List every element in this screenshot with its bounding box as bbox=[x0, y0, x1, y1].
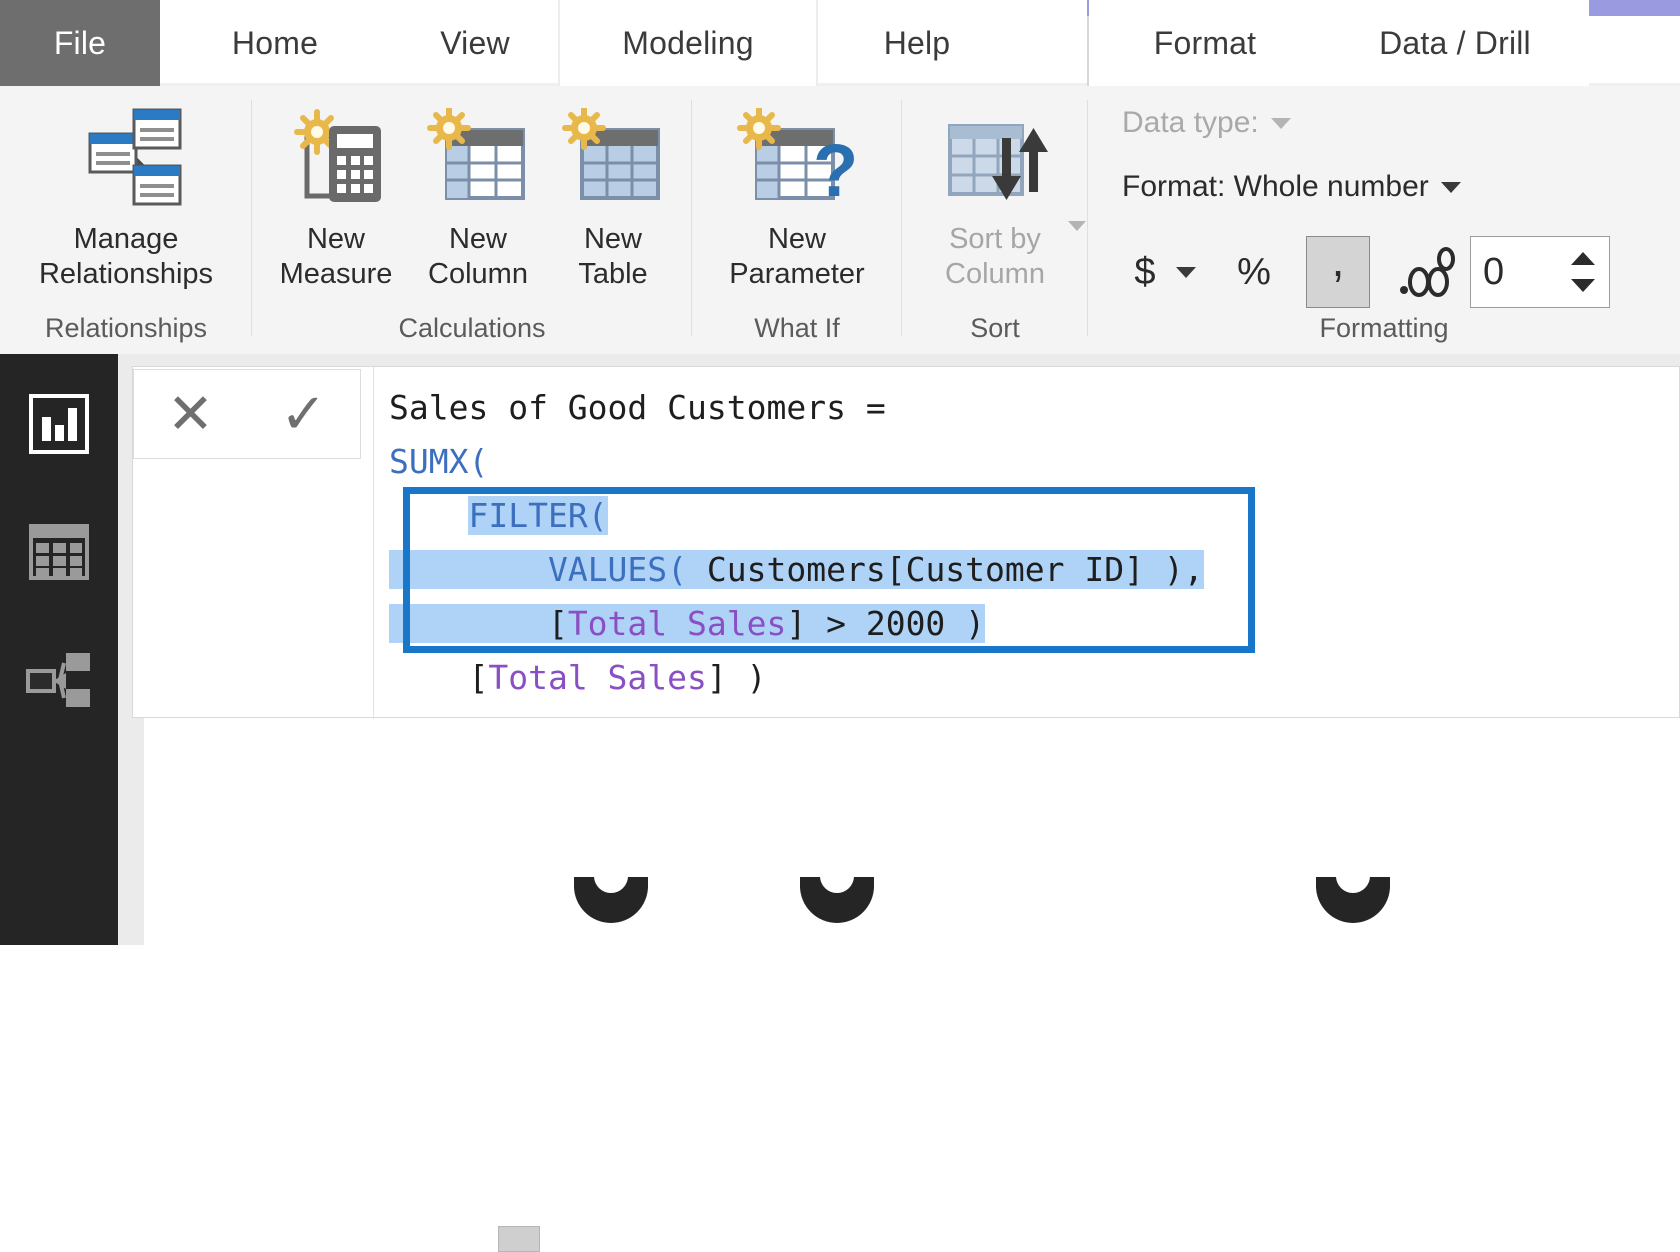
tab-data-drill[interactable]: Data / Drill bbox=[1321, 0, 1589, 86]
new-column-button[interactable]: New Column bbox=[410, 100, 546, 293]
dax-line-3: FILTER( bbox=[389, 496, 608, 535]
dax-formula-text[interactable]: Sales of Good Customers = SUMX( FILTER( … bbox=[389, 381, 1679, 717]
power-bi-window: File Home View Modeling Help Format Data… bbox=[0, 0, 1680, 945]
view-switcher-rail bbox=[0, 354, 118, 945]
tab-format[interactable]: Format bbox=[1089, 0, 1321, 86]
stepper-down-icon[interactable] bbox=[1571, 279, 1595, 292]
ribbon-group-whatif: ? New Parameter What If bbox=[692, 86, 902, 354]
new-parameter-label: New Parameter bbox=[729, 222, 864, 293]
tab-data-drill-label: Data / Drill bbox=[1379, 25, 1531, 62]
group-label-formatting: Formatting bbox=[1088, 313, 1680, 344]
group-label-whatif: What If bbox=[692, 313, 902, 344]
format-chevron-down-icon[interactable] bbox=[1441, 182, 1461, 193]
tab-home-label: Home bbox=[232, 25, 318, 62]
new-column-icon bbox=[419, 100, 537, 220]
ribbon-tabstrip: File Home View Modeling Help Format Data… bbox=[0, 0, 1680, 86]
currency-format-button[interactable]: $ bbox=[1122, 241, 1168, 303]
format-label: Format: Whole number bbox=[1122, 170, 1429, 204]
ribbon-group-formatting: Data type: Format: Whole number $ % , bbox=[1088, 86, 1680, 354]
tab-home[interactable]: Home bbox=[160, 0, 390, 86]
group-label-calculations: Calculations bbox=[252, 313, 692, 344]
manage-relationships-label: Manage Relationships bbox=[39, 222, 213, 293]
formula-bar-actions: ✕ ✓ bbox=[133, 369, 361, 459]
manage-relationships-icon bbox=[66, 100, 186, 220]
sort-by-column-button[interactable]: Sort by Column bbox=[910, 100, 1080, 293]
tab-view-label: View bbox=[440, 25, 510, 62]
dax-line-1: Sales of Good Customers = bbox=[389, 388, 886, 427]
tab-view[interactable]: View bbox=[390, 0, 560, 86]
group-label-sort: Sort bbox=[902, 313, 1088, 344]
currency-chevron-down-icon[interactable] bbox=[1176, 267, 1196, 278]
ribbon-content: Manage Relationships Relationships bbox=[0, 86, 1680, 355]
tab-file[interactable]: File bbox=[0, 0, 160, 86]
glyph-bottom bbox=[574, 877, 648, 923]
new-column-label: New Column bbox=[428, 222, 528, 293]
new-table-icon bbox=[554, 100, 672, 220]
percent-format-button[interactable]: % bbox=[1224, 241, 1284, 303]
tab-modeling-label: Modeling bbox=[622, 25, 753, 62]
sort-by-column-label: Sort by Column bbox=[945, 222, 1045, 293]
data-type-label: Data type: bbox=[1122, 106, 1259, 140]
data-type-chevron-down-icon[interactable] bbox=[1271, 118, 1291, 129]
glyph-bottom bbox=[1316, 877, 1390, 923]
dax-line-5: [Total Sales] > 2000 ) bbox=[389, 604, 985, 643]
close-icon[interactable]: ✕ bbox=[167, 386, 214, 442]
sort-by-column-chevron-down-icon[interactable] bbox=[1068, 221, 1086, 231]
checkmark-icon[interactable]: ✓ bbox=[280, 386, 327, 442]
new-table-label: New Table bbox=[578, 222, 647, 293]
tab-help-label: Help bbox=[884, 25, 951, 62]
glyph-bottom bbox=[800, 877, 874, 923]
table-grid-icon bbox=[28, 521, 90, 588]
new-parameter-button[interactable]: ? New Parameter bbox=[706, 100, 888, 293]
thousands-separator-button[interactable]: , bbox=[1306, 236, 1370, 308]
ribbon-group-sort: Sort by Column Sort bbox=[902, 86, 1088, 354]
visual-placeholder bbox=[498, 1226, 540, 1252]
tab-file-label: File bbox=[54, 25, 106, 62]
decimal-places-value: 0 bbox=[1471, 251, 1504, 294]
relationships-icon bbox=[26, 649, 92, 716]
formula-bar-divider bbox=[373, 367, 374, 719]
svg-text:?: ? bbox=[813, 129, 858, 212]
currency-symbol-label: $ bbox=[1134, 251, 1155, 294]
decimal-places-icon[interactable] bbox=[1390, 241, 1460, 303]
ribbon-group-calculations: New Measure bbox=[252, 86, 692, 354]
dax-line-4: VALUES( Customers[Customer ID] ), bbox=[389, 550, 1204, 589]
stepper-arrows[interactable] bbox=[1571, 252, 1609, 292]
new-measure-icon bbox=[277, 100, 395, 220]
format-control[interactable]: Format: Whole number bbox=[1122, 170, 1461, 204]
group-label-relationships: Relationships bbox=[0, 313, 252, 344]
dax-formula-bar[interactable]: ✕ ✓ Sales of Good Customers = SUMX( FILT… bbox=[132, 366, 1680, 718]
ribbon-group-relationships: Manage Relationships Relationships bbox=[0, 86, 252, 354]
decimal-places-stepper[interactable]: 0 bbox=[1470, 236, 1610, 308]
new-table-button[interactable]: New Table bbox=[548, 100, 678, 293]
percent-symbol-label: % bbox=[1237, 251, 1271, 294]
manage-relationships-button[interactable]: Manage Relationships bbox=[26, 100, 226, 293]
sort-by-column-icon bbox=[930, 100, 1060, 220]
partially-occluded-title-glyphs bbox=[574, 877, 1390, 923]
dax-line-6: [Total Sales] ) bbox=[389, 658, 767, 697]
data-type-control[interactable]: Data type: bbox=[1122, 106, 1291, 140]
tab-format-label: Format bbox=[1154, 25, 1257, 62]
thousands-symbol-label: , bbox=[1332, 233, 1345, 287]
new-measure-label: New Measure bbox=[280, 222, 393, 293]
new-parameter-icon: ? bbox=[727, 100, 867, 220]
tab-modeling[interactable]: Modeling bbox=[560, 0, 816, 86]
sidebar-item-model-view[interactable] bbox=[0, 630, 118, 734]
new-measure-button[interactable]: New Measure bbox=[268, 100, 404, 293]
sidebar-item-data-view[interactable] bbox=[0, 502, 118, 606]
tab-help[interactable]: Help bbox=[818, 0, 1016, 86]
stepper-up-icon[interactable] bbox=[1571, 252, 1595, 265]
bar-chart-icon bbox=[28, 393, 90, 460]
sidebar-item-report-view[interactable] bbox=[0, 374, 118, 478]
dax-line-2: SUMX( bbox=[389, 442, 488, 481]
